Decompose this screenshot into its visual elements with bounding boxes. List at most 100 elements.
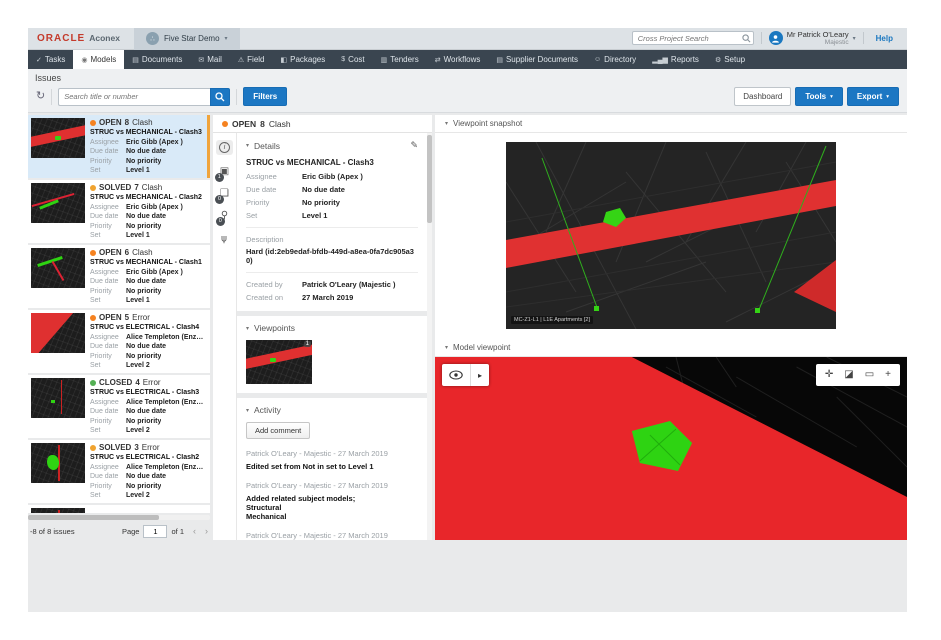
main-nav: ✓Tasks◉Models▤Documents✉Mail⚠Field◧Packa… [28, 50, 907, 69]
due-date-value: No due date [302, 185, 418, 194]
activity-section-header[interactable]: ▾ Activity [246, 405, 418, 415]
export-button[interactable]: Export▾ [847, 87, 899, 106]
toolbar: ↻ Filters Dashboard Tools▾ Export▾ [34, 86, 901, 112]
issue-thumbnail [31, 443, 85, 483]
help-link[interactable]: Help [871, 34, 898, 43]
nav-tab-documents[interactable]: ▤Documents [124, 50, 190, 69]
status-dot [90, 250, 96, 256]
tools-button[interactable]: Tools▾ [795, 87, 843, 106]
cross-project-search [632, 31, 754, 45]
issue-title: STRUC vs ELECTRICAL - Clash4 [90, 324, 205, 331]
user-menu[interactable]: Mr Patrick O'Leary Majestic ▾ [769, 31, 856, 46]
model-section-header[interactable]: ▾ Model viewpoint [435, 339, 907, 357]
activity-entry: Patrick O'Leary - Majestic - 27 March 20… [246, 531, 418, 540]
nav-tab-tasks[interactable]: ✓Tasks [28, 50, 73, 69]
nav-tab-packages[interactable]: ◧Packages [273, 50, 334, 69]
refresh-icon[interactable]: ↻ [36, 91, 45, 102]
nav-tab-reports[interactable]: ▂▄▆Reports [644, 50, 707, 69]
page-of: of 1 [171, 527, 184, 536]
assignee-value: Eric Gibb (Apex ) [126, 138, 183, 147]
expand-toolbar-button[interactable]: ▸ [470, 364, 489, 386]
nav-tab-mail[interactable]: ✉Mail [190, 50, 230, 69]
viewpoints-icon[interactable]: ▣1 [220, 167, 229, 177]
search-button[interactable] [210, 88, 230, 106]
set-label: Set [246, 211, 302, 220]
next-page-icon[interactable]: › [205, 526, 208, 536]
due-date-value: No due date [126, 407, 166, 416]
issue-list-item[interactable]: OPEN8ClashSTRUC vs MECHANICAL - Clash3As… [28, 115, 210, 178]
divider [246, 227, 418, 228]
edit-pencil-icon[interactable]: ✎ [410, 140, 418, 151]
due-date-value: No due date [126, 147, 166, 156]
set-label: Set [90, 231, 126, 240]
nav-tab-setup[interactable]: ⚙Setup [707, 50, 753, 69]
links-icon[interactable]: ⚲0 [221, 211, 228, 221]
caret-down-icon: ▾ [886, 94, 889, 100]
snapshot-3d-render [506, 142, 836, 329]
nav-tab-models[interactable]: ◉Models [73, 50, 124, 69]
nav-tab-cost[interactable]: $Cost [333, 50, 372, 69]
nav-tab-supplier-documents[interactable]: ▤Supplier Documents [488, 50, 586, 69]
issue-title: STRUC vs ELECTRICAL - Clash2 [90, 454, 205, 461]
setup-icon: ⚙ [715, 56, 721, 64]
sub-header: Issues ↻ Filters Dashboard Tools▾ Export… [28, 69, 907, 113]
priority-value: No priority [126, 222, 161, 231]
issue-status: OPEN [232, 119, 256, 129]
issue-number: 7 [134, 183, 138, 192]
related-items-icon[interactable]: ⋔ [220, 233, 228, 243]
zoom-window-icon[interactable]: ▭ [865, 370, 874, 380]
priority-label: Priority [90, 352, 126, 361]
pan-move-icon[interactable]: ✛ [825, 370, 833, 380]
cross-project-search-input[interactable] [632, 31, 754, 45]
issue-title: STRUC vs ELECTRICAL - Clash3 [90, 389, 205, 396]
visibility-eye-button[interactable] [442, 364, 470, 386]
info-icon[interactable]: i [216, 140, 233, 155]
snapshot-section-header[interactable]: ▾ Viewpoint snapshot [435, 115, 907, 133]
horizontal-scrollbar[interactable] [28, 515, 210, 520]
issue-list-item[interactable]: CLOSED4ErrorSTRUC vs ELECTRICAL - Clash3… [28, 375, 210, 438]
viewpoints-section-header[interactable]: ▾ Viewpoints [246, 323, 418, 333]
page-input[interactable] [143, 525, 167, 538]
chevron-down-icon: ▾ [246, 142, 249, 149]
zoom-in-icon[interactable]: + [885, 370, 891, 380]
viewpoint-thumbnail[interactable]: 1 [246, 340, 312, 384]
issue-list-item-partial[interactable] [28, 505, 210, 513]
filters-button[interactable]: Filters [243, 87, 287, 106]
issue-list-item[interactable]: SOLVED3ErrorSTRUC vs ELECTRICAL - Clash2… [28, 440, 210, 503]
priority-label: Priority [90, 222, 126, 231]
search-input[interactable] [58, 88, 210, 106]
set-label: Set [90, 166, 126, 175]
issue-number: 8 [125, 118, 129, 127]
section-title: Activity [254, 405, 281, 415]
nav-tab-label: Cost [348, 55, 364, 64]
status-dot [90, 445, 96, 451]
issue-list-item[interactable]: SOLVED7ClashSTRUC vs MECHANICAL - Clash2… [28, 180, 210, 243]
project-selector[interactable]: ∴ Five Star Demo ▾ [134, 28, 240, 50]
shading-cube-icon[interactable]: ◪ [844, 370, 853, 380]
prev-page-icon[interactable]: ‹ [193, 526, 196, 536]
nav-tab-field[interactable]: ⚠Field [230, 50, 273, 69]
add-comment-button[interactable]: Add comment [246, 422, 310, 439]
comments-icon[interactable]: ❏0 [220, 189, 229, 199]
nav-tab-tenders[interactable]: ▥Tenders [373, 50, 427, 69]
nav-tab-label: Workflows [444, 55, 481, 64]
priority-label: Priority [90, 287, 126, 296]
scrollbar-thumb[interactable] [427, 135, 432, 223]
issue-thumbnail [31, 508, 85, 513]
scrollbar-thumb[interactable] [28, 515, 159, 520]
issue-list-item[interactable]: OPEN6ClashSTRUC vs MECHANICAL - Clash1As… [28, 245, 210, 308]
nav-tab-label: Packages [290, 55, 325, 64]
search-icon[interactable] [742, 34, 751, 43]
caret-down-icon: ▾ [830, 94, 833, 100]
details-section-header[interactable]: ▾ Details ✎ [246, 140, 418, 151]
issue-list-item[interactable]: OPEN5ErrorSTRUC vs ELECTRICAL - Clash4As… [28, 310, 210, 373]
nav-tab-workflows[interactable]: ⇄Workflows [427, 50, 489, 69]
nav-tab-directory[interactable]: ☺Directory [586, 50, 644, 69]
section-title: Details [254, 141, 280, 151]
assignee-label: Assignee [90, 333, 126, 342]
dashboard-button[interactable]: Dashboard [734, 87, 791, 106]
vertical-scrollbar[interactable] [427, 133, 432, 540]
issue-thumbnail [31, 248, 85, 288]
model-viewport[interactable]: ▸ ✛ ◪ ▭ + [435, 357, 907, 540]
viewer-left-toolbar: ▸ [442, 364, 489, 386]
